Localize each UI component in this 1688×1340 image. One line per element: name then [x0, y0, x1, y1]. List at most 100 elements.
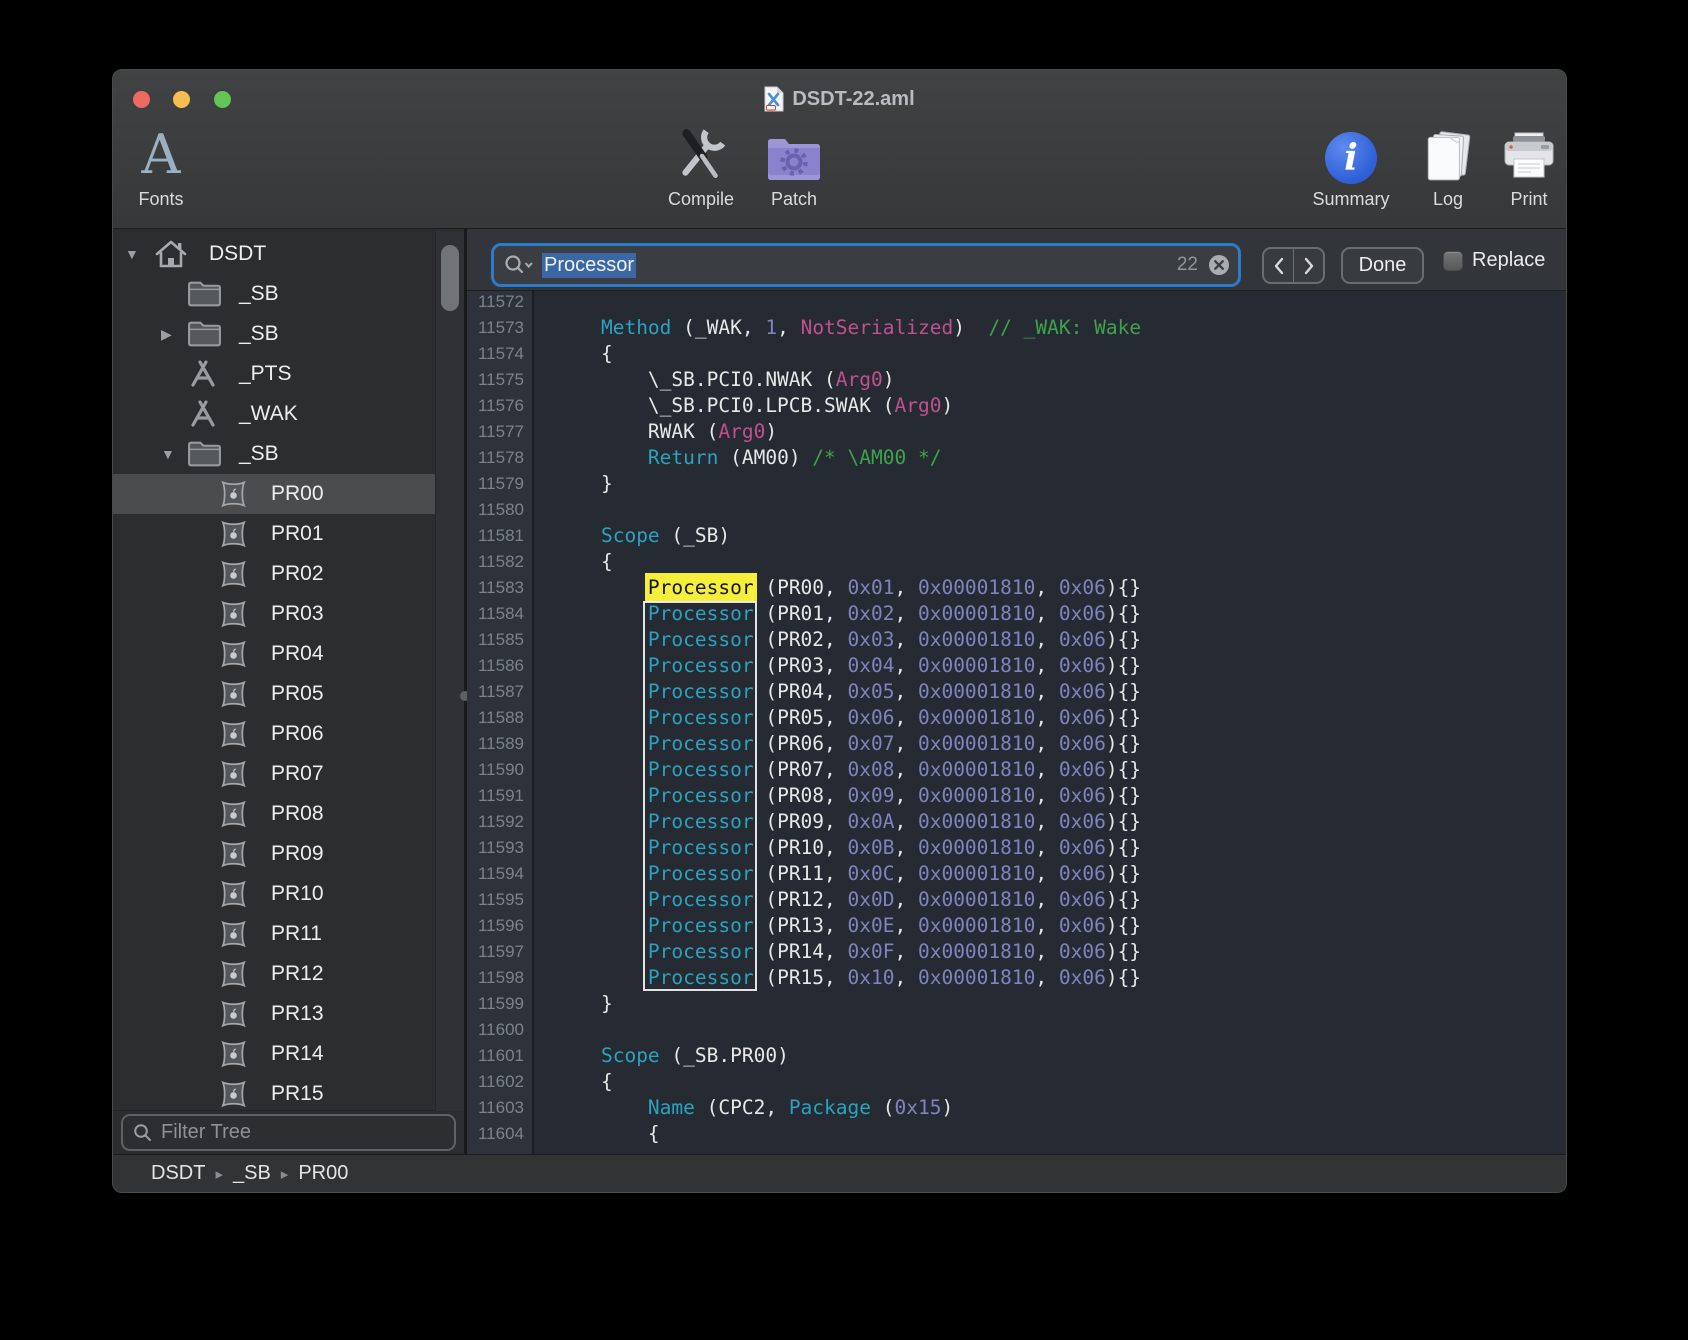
breadcrumb-item-sb[interactable]: _SB: [233, 1162, 271, 1185]
line-number: 11586: [467, 653, 534, 679]
tree-item-pr12[interactable]: PR12: [113, 954, 435, 994]
replace-checkbox[interactable]: [1443, 251, 1463, 271]
disclosure-triangle[interactable]: ▼: [161, 434, 175, 474]
match-count: 22: [1177, 254, 1198, 276]
fonts-button[interactable]: A Fonts: [112, 122, 216, 210]
tree-scrollbar[interactable]: [435, 231, 464, 1111]
folder-icon: [187, 441, 222, 468]
titlebar-toolbar: DSDT-22.aml A Fonts Compile: [113, 70, 1566, 229]
line-number: 11590: [467, 757, 534, 783]
tree-item-pr01[interactable]: PR01: [113, 514, 435, 554]
tree-item-sb-sb[interactable]: _SB: [113, 274, 435, 314]
summary-button[interactable]: i Summary: [1296, 122, 1406, 210]
done-button[interactable]: Done: [1341, 247, 1424, 284]
tree-item-pr03[interactable]: PR03: [113, 594, 435, 634]
fonts-icon: A: [142, 126, 181, 184]
line-number: 11598: [467, 965, 534, 991]
tree-item-pr00[interactable]: PR00: [113, 474, 435, 514]
processor-icon: [219, 760, 248, 789]
line-number: 11582: [467, 549, 534, 575]
breadcrumb-item-dsdt[interactable]: DSDT: [151, 1162, 205, 1185]
breadcrumb-item-pr00[interactable]: PR00: [298, 1162, 348, 1185]
document-icon: [764, 86, 784, 112]
code-line: 11595 Processor (PR12, 0x0D, 0x00001810,…: [467, 887, 1567, 913]
tree-item-dsdt[interactable]: ▼ DSDT: [113, 234, 435, 274]
disclosure-triangle[interactable]: ▶: [161, 314, 172, 354]
tree-item-label: PR08: [271, 794, 324, 834]
tree-item-label: DSDT: [209, 234, 266, 274]
clear-search-button[interactable]: [1208, 254, 1230, 276]
printer-icon: [1501, 122, 1557, 184]
find-next-button[interactable]: [1294, 249, 1323, 282]
code-line: 11575 \_SB.PCI0.NWAK (Arg0): [467, 367, 1567, 393]
line-number: 11580: [467, 497, 534, 523]
find-match: Processor: [648, 706, 754, 729]
tree-item-pr13[interactable]: PR13: [113, 994, 435, 1034]
tree-item-pr15[interactable]: PR15: [113, 1074, 435, 1111]
tree-item-label: PR14: [271, 1034, 324, 1074]
tree-item-label: PR04: [271, 634, 324, 674]
line-number: 11578: [467, 445, 534, 471]
tree-item-pr08[interactable]: PR08: [113, 794, 435, 834]
code-line: 11589 Processor (PR06, 0x07, 0x00001810,…: [467, 731, 1567, 757]
window-title-group: DSDT-22.aml: [113, 84, 1566, 114]
code-line: 11587 Processor (PR04, 0x05, 0x00001810,…: [467, 679, 1567, 705]
tree-item-label: PR15: [271, 1074, 324, 1111]
line-number: 11574: [467, 341, 534, 367]
line-number: 11596: [467, 913, 534, 939]
current-find-match: Processor: [648, 576, 754, 599]
app-window: DSDT-22.aml A Fonts Compile: [112, 69, 1567, 1193]
tree-item-pr02[interactable]: PR02: [113, 554, 435, 594]
processor-icon: [219, 840, 248, 869]
tree-item-pr10[interactable]: PR10: [113, 874, 435, 914]
tree-item-pr09[interactable]: PR09: [113, 834, 435, 874]
tree-item-sb-pts[interactable]: _PTS: [113, 354, 435, 394]
code-line: 11599 }: [467, 991, 1567, 1017]
line-number: 11584: [467, 601, 534, 627]
info-icon: i: [1325, 132, 1377, 184]
code-line: 11597 Processor (PR14, 0x0F, 0x00001810,…: [467, 939, 1567, 965]
breadcrumb-separator: ▸: [215, 1165, 223, 1183]
tree-item-sb-sb[interactable]: ▼_SB: [113, 434, 435, 474]
find-previous-button[interactable]: [1264, 249, 1294, 282]
search-field[interactable]: Processor 22: [491, 243, 1241, 287]
tree-item-label: PR05: [271, 674, 324, 714]
processor-icon: [219, 1040, 248, 1069]
print-button[interactable]: Print: [1474, 122, 1567, 210]
tree-item-pr11[interactable]: PR11: [113, 914, 435, 954]
tree-item-sb-sb[interactable]: ▶_SB: [113, 314, 435, 354]
tree-item-pr04[interactable]: PR04: [113, 634, 435, 674]
line-number: 11575: [467, 367, 534, 393]
search-scope-icon[interactable]: [504, 254, 534, 276]
tree-item-label: _PTS: [239, 354, 292, 394]
find-bar: Processor 22 Done Replace: [467, 229, 1567, 291]
tree-scrollbar-thumb[interactable]: [441, 245, 459, 311]
find-match: Processor: [648, 654, 754, 677]
line-number: 11594: [467, 861, 534, 887]
code-line: 11584 Processor (PR01, 0x02, 0x00001810,…: [467, 601, 1567, 627]
tree-item-label: PR03: [271, 594, 324, 634]
find-match: Processor: [648, 914, 754, 937]
tree-item-pr05[interactable]: PR05: [113, 674, 435, 714]
dsdt-tree: ▼ DSDT_SB▶_SB_PTS_WAK▼_SBPR00PR01PR02PR03…: [113, 231, 464, 1111]
code-editor[interactable]: 1157211573 Method (_WAK, 1, NotSerialize…: [467, 291, 1567, 1154]
status-bar: DSDT ▸ _SB ▸ PR00: [113, 1154, 1566, 1192]
tree-item-pr07[interactable]: PR07: [113, 754, 435, 794]
tree-item-pr06[interactable]: PR06: [113, 714, 435, 754]
processor-icon: [219, 880, 248, 909]
find-match: Processor: [648, 602, 754, 625]
compile-tools-icon: [672, 122, 730, 184]
tree-item-label: PR02: [271, 554, 324, 594]
filter-input[interactable]: Filter Tree: [121, 1114, 456, 1151]
chevron-left-icon: [1273, 257, 1285, 275]
disclosure-triangle[interactable]: ▼: [125, 234, 139, 274]
tree-item-sb-wak[interactable]: _WAK: [113, 394, 435, 434]
search-input-text[interactable]: Processor: [542, 253, 636, 278]
tree-item-pr14[interactable]: PR14: [113, 1034, 435, 1074]
line-number: 11592: [467, 809, 534, 835]
code-line: 11593 Processor (PR10, 0x0B, 0x00001810,…: [467, 835, 1567, 861]
processor-icon: [219, 920, 248, 949]
tree-item-label: PR10: [271, 874, 324, 914]
tree-item-label: PR12: [271, 954, 324, 994]
patch-button[interactable]: Patch: [739, 122, 849, 210]
